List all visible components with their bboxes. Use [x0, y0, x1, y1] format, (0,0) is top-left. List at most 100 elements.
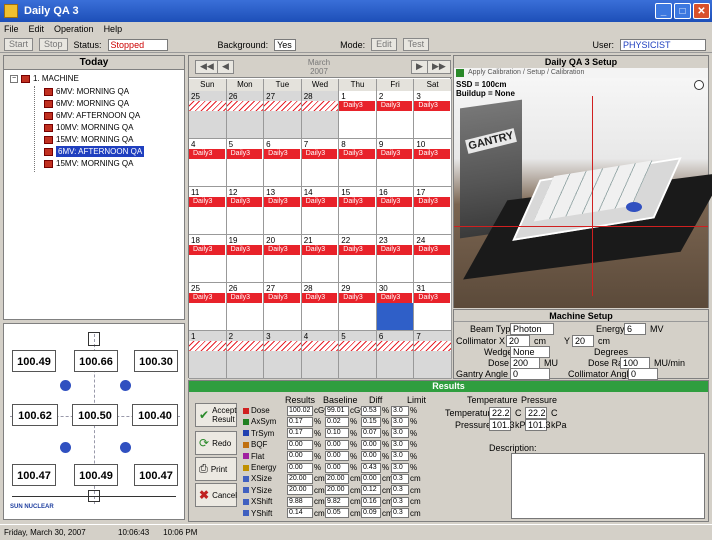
qa-event[interactable]: Daily3	[264, 293, 301, 303]
minimize-button[interactable]: _	[655, 3, 672, 19]
redo-button[interactable]: ⟳ Redo	[195, 431, 237, 455]
qa-event[interactable]: Daily3	[414, 149, 451, 159]
qa-event[interactable]: Daily3	[414, 197, 451, 207]
beam-type-field[interactable]: Photon	[510, 323, 554, 335]
qa-event[interactable]: Daily3	[301, 197, 339, 207]
qa-event[interactable]	[301, 101, 339, 111]
qa-event[interactable]: Daily3	[264, 245, 301, 255]
qa-event[interactable]: Daily3	[376, 149, 414, 159]
calendar-day[interactable]: 7	[414, 331, 452, 379]
qa-event[interactable]: Daily3	[226, 293, 264, 303]
menu-operation[interactable]: Operation	[54, 24, 94, 34]
calendar-day[interactable]: 18 Daily3	[189, 235, 227, 283]
calendar-day[interactable]: 21 Daily3	[301, 235, 340, 283]
qa-event[interactable]: Daily3	[226, 197, 264, 207]
calendar-day[interactable]: 2	[226, 331, 265, 379]
calendar-day[interactable]: 1	[189, 331, 227, 379]
next-year-button[interactable]: ▶▶	[427, 60, 451, 74]
qa-event[interactable]: Daily3	[376, 101, 414, 111]
qa-event[interactable]: Daily3	[376, 197, 414, 207]
qa-event[interactable]: Daily3	[189, 293, 226, 303]
qa-event[interactable]	[339, 341, 376, 351]
calendar-day[interactable]: 3	[264, 331, 302, 379]
calendar-day[interactable]: 28 Daily3	[301, 283, 340, 331]
calendar-day[interactable]: 27 Daily3	[264, 283, 302, 331]
calendar-day[interactable]: 25 Daily3	[189, 283, 227, 331]
calendar-day[interactable]: 24 Daily3	[414, 235, 452, 283]
qa-event[interactable]: Daily3	[376, 293, 414, 303]
calendar-day[interactable]: 8 Daily3	[339, 139, 377, 187]
qa-event[interactable]: Daily3	[226, 149, 264, 159]
calendar-day[interactable]: 23 Daily3	[376, 235, 415, 283]
accept-result-button[interactable]: ✔ Accept Result	[195, 403, 237, 427]
menu-file[interactable]: File	[4, 24, 19, 34]
tree-item[interactable]: 10MV: MORNING QA	[44, 122, 134, 133]
prev-year-button[interactable]: ◀◀	[195, 60, 219, 74]
calendar-day[interactable]: 1 Daily3	[339, 91, 377, 139]
calendar-day[interactable]: 4	[301, 331, 340, 379]
calendar-day[interactable]: 2 Daily3	[376, 91, 415, 139]
calendar-day[interactable]: 3 Daily3	[414, 91, 452, 139]
qa-event[interactable]: Daily3	[339, 101, 376, 111]
energy-field[interactable]: 6	[624, 323, 646, 335]
calendar-day[interactable]: 19 Daily3	[226, 235, 265, 283]
qa-event[interactable]	[226, 101, 264, 111]
collimator-angle-field[interactable]: 0	[628, 368, 658, 380]
tree-item[interactable]: 15MV: MORNING QA	[44, 134, 134, 145]
qa-event[interactable]: Daily3	[189, 245, 226, 255]
calendar-day[interactable]: 15 Daily3	[339, 187, 377, 235]
tree-root[interactable]: − 1. MACHINE	[10, 74, 79, 83]
tree-item-selected[interactable]: 6MV: AFTERNOON QA	[44, 146, 145, 157]
qa-event[interactable]	[414, 341, 451, 351]
mode-test-button[interactable]: Test	[402, 38, 430, 51]
qa-event[interactable]	[301, 341, 339, 351]
calendar-day[interactable]: 9 Daily3	[376, 139, 415, 187]
qa-event[interactable]	[264, 341, 301, 351]
qa-event[interactable]: Daily3	[189, 197, 226, 207]
calendar-day[interactable]: 5	[339, 331, 377, 379]
menu-help[interactable]: Help	[104, 24, 123, 34]
qa-event[interactable]: Daily3	[414, 245, 451, 255]
cancel-button[interactable]: ✖ Cancel	[195, 483, 237, 507]
calendar-day[interactable]: 6 Daily3	[264, 139, 302, 187]
calendar-day[interactable]: 20 Daily3	[264, 235, 302, 283]
qa-event[interactable]: Daily3	[264, 197, 301, 207]
qa-event[interactable]: Daily3	[301, 293, 339, 303]
qa-event[interactable]: Daily3	[339, 197, 376, 207]
qa-event[interactable]: Daily3	[301, 245, 339, 255]
gantry-angle-field[interactable]: 0	[510, 368, 550, 380]
calendar-day[interactable]: 10 Daily3	[414, 139, 452, 187]
qa-event[interactable]: Daily3	[414, 101, 451, 111]
qa-event[interactable]: Daily3	[376, 245, 414, 255]
qa-event[interactable]: Daily3	[339, 149, 376, 159]
calendar-day[interactable]: 4 Daily3	[189, 139, 227, 187]
calendar-day[interactable]: 25	[189, 91, 227, 139]
calendar-day[interactable]: 26	[226, 91, 265, 139]
background-field[interactable]: Yes	[274, 38, 297, 51]
qa-event[interactable]: Daily3	[189, 149, 226, 159]
calendar-day[interactable]: 14 Daily3	[301, 187, 340, 235]
calendar-day[interactable]: 12 Daily3	[226, 187, 265, 235]
collapse-icon[interactable]: −	[10, 74, 18, 83]
collimator-y-field[interactable]: 20	[572, 335, 594, 347]
qa-event[interactable]	[264, 101, 301, 111]
calendar-day[interactable]: 27	[264, 91, 302, 139]
calendar-day[interactable]: 17 Daily3	[414, 187, 452, 235]
tree-item[interactable]: 15MV: MORNING QA	[44, 158, 134, 169]
mode-edit-button[interactable]: Edit	[371, 38, 397, 51]
qa-event[interactable]: Daily3	[264, 149, 301, 159]
maximize-button[interactable]: □	[674, 3, 691, 19]
tree-item[interactable]: 6MV: MORNING QA	[44, 86, 129, 97]
calendar-day[interactable]: 11 Daily3	[189, 187, 227, 235]
zoom-icon[interactable]	[694, 80, 704, 90]
tree-item[interactable]: 6MV: MORNING QA	[44, 98, 129, 109]
qa-event[interactable]	[226, 341, 264, 351]
calendar-day[interactable]: 29 Daily3	[339, 283, 377, 331]
qa-event[interactable]: Daily3	[301, 149, 339, 159]
calendar-day[interactable]: 26 Daily3	[226, 283, 265, 331]
calendar-day[interactable]: 13 Daily3	[264, 187, 302, 235]
calendar-day[interactable]: 6	[376, 331, 415, 379]
calendar-day[interactable]: 5 Daily3	[226, 139, 265, 187]
qa-event[interactable]: Daily3	[339, 245, 376, 255]
calendar-day[interactable]: 30 Daily3	[376, 283, 415, 331]
